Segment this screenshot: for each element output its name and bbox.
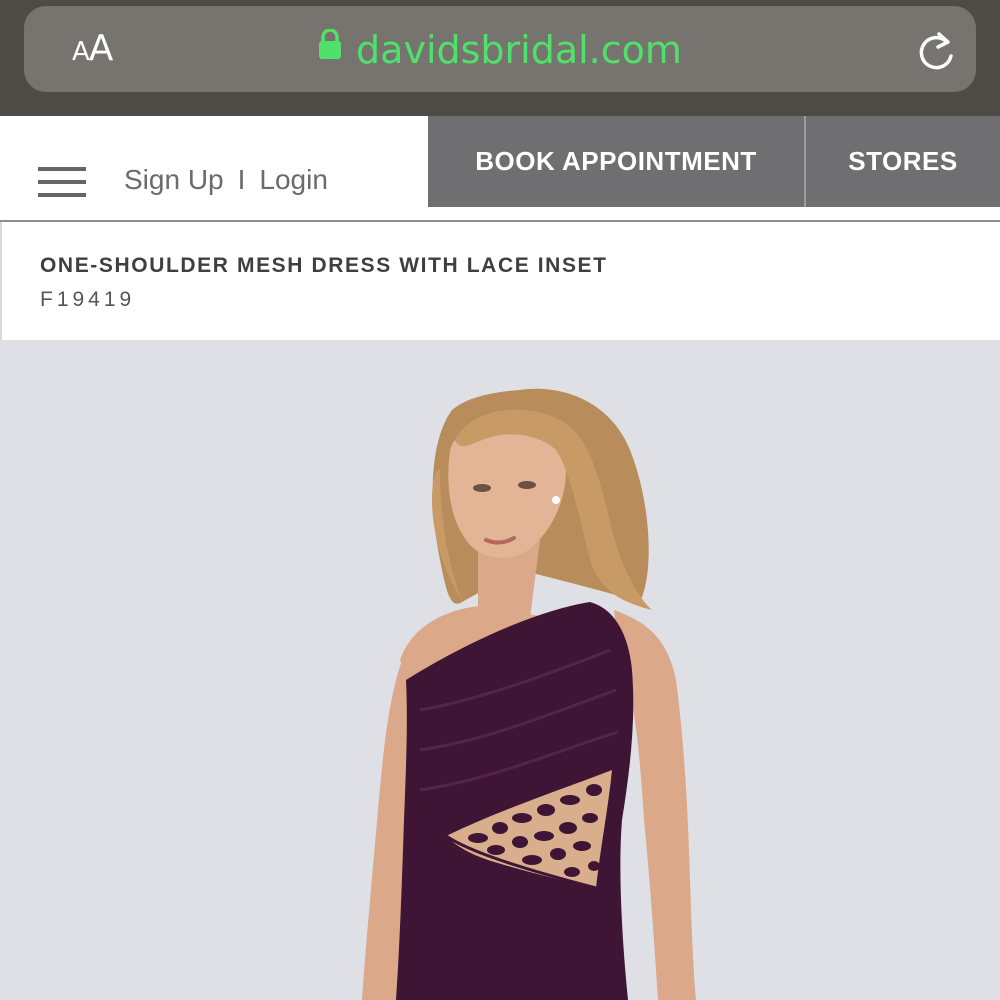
stores-button[interactable]: STORES [806, 116, 1000, 207]
product-sku: F19419 [40, 288, 136, 311]
url-text: davidsbridal.com [356, 28, 682, 72]
product-title: ONE-SHOULDER MESH DRESS WITH LACE INSET [40, 254, 608, 277]
reload-icon[interactable] [916, 30, 956, 78]
login-link[interactable]: Login [259, 164, 328, 195]
product-info: ONE-SHOULDER MESH DRESS WITH LACE INSET … [0, 222, 1000, 340]
url-display[interactable]: davidsbridal.com [24, 28, 976, 72]
auth-separator: I [237, 164, 246, 195]
site-header: Sign Up I Login BOOK APPOINTMENT STORES [0, 116, 1000, 222]
sign-up-link[interactable]: Sign Up [124, 164, 224, 195]
account-links: Sign Up I Login [124, 164, 328, 196]
address-bar[interactable]: AA davidsbridal.com [24, 6, 976, 92]
hamburger-menu-icon[interactable] [38, 166, 86, 202]
product-image[interactable] [0, 340, 1000, 1000]
model-photo [362, 388, 696, 1000]
browser-toolbar: AA davidsbridal.com [0, 0, 1000, 116]
book-appointment-button[interactable]: BOOK APPOINTMENT [428, 116, 804, 207]
lock-icon [318, 28, 342, 63]
